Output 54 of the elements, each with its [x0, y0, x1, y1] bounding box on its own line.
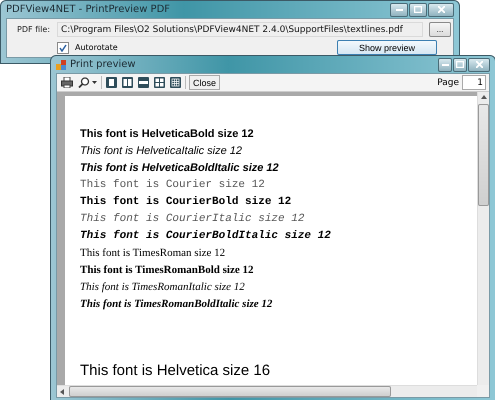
page-layout-icon — [138, 77, 149, 88]
text-line: This font is Courier size 12 — [80, 178, 266, 193]
text-line: This font is CourierItalic size 12 — [80, 212, 306, 227]
printer-icon — [61, 77, 73, 88]
scroll-up-arrow-icon[interactable] — [480, 95, 486, 100]
autorotate-label: Autorotate — [75, 43, 119, 52]
page-layout-button[interactable] — [169, 75, 182, 90]
page-layout-button[interactable] — [105, 75, 118, 90]
text-line: This font is CourierBoldItalic size 12 — [80, 228, 332, 244]
maximize-button[interactable] — [409, 2, 427, 16]
text-line: This font is HelveticaBoldItalic size 12 — [80, 161, 280, 176]
page-spinner[interactable]: 1 — [462, 75, 486, 90]
maximize-button[interactable] — [453, 58, 467, 72]
show-preview-button[interactable]: Show preview — [337, 40, 437, 55]
page-layout-icon — [106, 77, 117, 88]
app-icon — [56, 60, 66, 70]
window-title: PDFView4NET - PrintPreview PDF — [6, 4, 172, 15]
zoom-button[interactable] — [77, 75, 98, 90]
text-line: This font is TimesRomanBold size 12 — [80, 263, 254, 278]
page-layout-icon — [170, 77, 181, 88]
close-icon — [476, 61, 482, 68]
text-line: This font is Helvetica size 16 — [80, 361, 272, 381]
minimize-icon — [396, 8, 402, 10]
close-button[interactable] — [428, 2, 454, 16]
autorotate-checkbox[interactable] — [57, 42, 69, 54]
text-line: This font is TimesRomanBoldItalic size 12 — [80, 297, 274, 312]
maximize-icon — [414, 6, 422, 13]
file-label: PDF file: — [17, 25, 51, 34]
page-layout-button[interactable] — [137, 75, 150, 90]
minimize-button[interactable] — [438, 58, 452, 72]
page-layout-button[interactable] — [121, 75, 134, 90]
text-line: This font is TimesRomanItalic size 12 — [80, 280, 246, 295]
close-button[interactable] — [468, 58, 490, 72]
text-line: This font is HelveticaBold size 12 — [80, 127, 255, 142]
page-layout-button[interactable] — [153, 75, 166, 90]
text-line: This font is TimesRoman size 12 — [80, 246, 226, 261]
horizontal-scrollbar[interactable] — [57, 385, 477, 397]
print-button[interactable] — [60, 75, 74, 90]
page-layout-icon — [154, 77, 165, 88]
page-label: Page — [437, 78, 459, 88]
maximize-icon — [456, 61, 464, 68]
file-path-field[interactable]: C:\Program Files\O2 Solutions\PDFView4NET 2.4.0\SupportFiles\textlines.pdf — [57, 22, 423, 37]
window-title: Print preview — [70, 59, 137, 70]
vertical-scrollbar[interactable] — [477, 92, 489, 385]
zoom-caret-icon — [78, 77, 97, 88]
browse-button[interactable]: ... — [429, 22, 451, 37]
page-layout-icon — [122, 77, 133, 88]
text-line: This font is CourierBold size 12 — [80, 194, 292, 210]
scroll-left-arrow-icon[interactable] — [60, 388, 65, 394]
close-preview-button[interactable]: Close — [189, 75, 220, 90]
minimize-icon — [442, 64, 448, 66]
text-line: This font is HelveticaItalic size 12 — [80, 144, 244, 159]
minimize-button[interactable] — [390, 2, 408, 16]
close-icon — [438, 6, 444, 13]
